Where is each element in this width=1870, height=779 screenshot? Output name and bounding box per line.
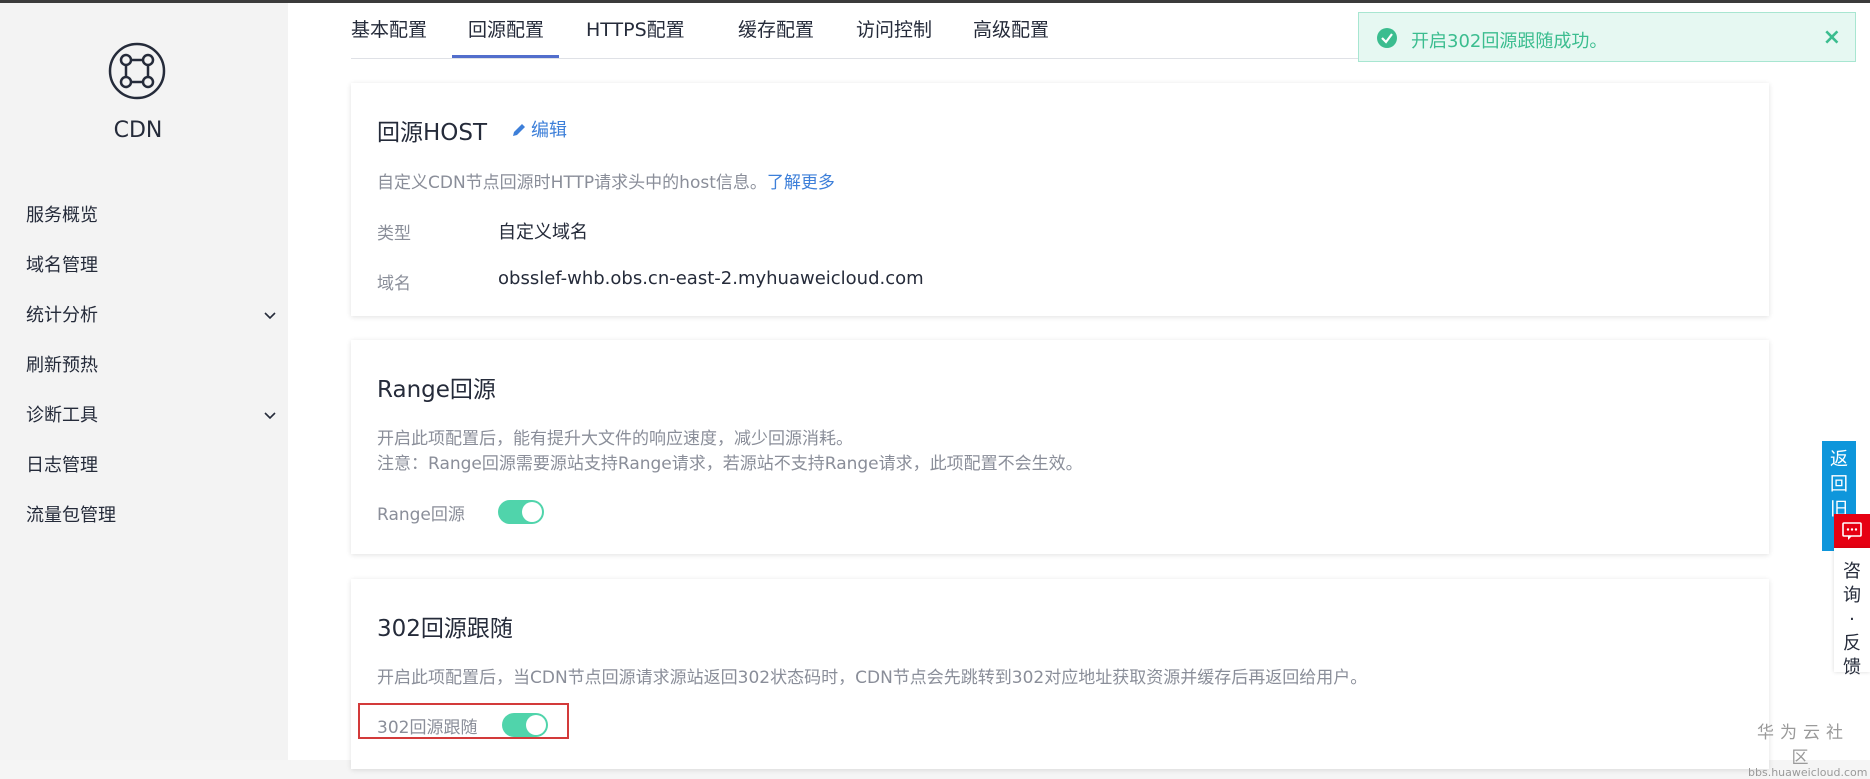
watermark: 华为云社区 bbs.huaweicloud.com xyxy=(1748,718,1868,779)
sidebar-item-traffic-package[interactable]: 流量包管理 xyxy=(0,491,288,541)
card-title: 302回源跟随 xyxy=(377,616,513,642)
type-label: 类型 xyxy=(377,224,411,244)
sidebar-item-label: 日志管理 xyxy=(26,455,98,476)
sidebar-item-log-management[interactable]: 日志管理 xyxy=(0,441,288,491)
sidebar-item-label: 诊断工具 xyxy=(26,405,98,426)
edit-label: 编辑 xyxy=(531,120,567,141)
edit-button[interactable]: 编辑 xyxy=(511,116,567,142)
sidebar-item-overview[interactable]: 服务概览 xyxy=(0,191,288,241)
redirect-follow-card: 302回源跟随 开启此项配置后，当CDN节点回源请求源站返回302状态码时，CD… xyxy=(351,579,1769,769)
learn-more-link[interactable]: 了解更多 xyxy=(767,173,835,193)
card-title: Range回源 xyxy=(377,377,496,403)
description-text: 自定义CDN节点回源时HTTP请求头中的host信息。 xyxy=(377,173,767,193)
back-old-label: 返回旧 xyxy=(1830,449,1848,520)
watermark-sub: bbs.huaweicloud.com xyxy=(1748,766,1868,779)
tab-access-control[interactable]: 访问控制 xyxy=(856,3,932,58)
product-name: CDN xyxy=(113,118,163,143)
sidebar-item-label: 流量包管理 xyxy=(26,505,116,526)
main-content: 基本配置 回源配置 HTTPS配置 缓存配置 访问控制 高级配置 回源HOST … xyxy=(288,3,1870,769)
card-description: 开启此项配置后，能有提升大文件的响应速度，减少回源消耗。 xyxy=(377,429,853,449)
sidebar-item-refresh-preheat[interactable]: 刷新预热 xyxy=(0,341,288,391)
card-note: 注意：Range回源需要源站支持Range请求，若源站不支持Range请求，此项… xyxy=(377,454,1083,474)
close-icon[interactable]: × xyxy=(1823,25,1841,50)
pencil-icon xyxy=(513,124,525,136)
watermark-main: 华为云社区 xyxy=(1757,723,1849,768)
toggle-knob xyxy=(522,502,542,522)
sidebar-item-label: 域名管理 xyxy=(26,255,98,276)
domain-label: 域名 xyxy=(377,274,411,294)
sidebar-item-domain-management[interactable]: 域名管理 xyxy=(0,241,288,291)
feedback-label: 咨询·反馈 xyxy=(1843,561,1861,678)
tab-https-config[interactable]: HTTPS配置 xyxy=(586,3,685,58)
origin-host-card: 回源HOST 编辑 自定义CDN节点回源时HTTP请求头中的host信息。了解更… xyxy=(351,83,1769,316)
sidebar-nav: 服务概览 域名管理 统计分析 刷新预热 诊断工具 日志管理 流量包管理 xyxy=(0,191,288,541)
chat-icon[interactable] xyxy=(1834,514,1870,548)
card-description: 自定义CDN节点回源时HTTP请求头中的host信息。了解更多 xyxy=(377,168,835,193)
chevron-down-icon xyxy=(264,412,276,420)
chevron-down-icon xyxy=(264,312,276,320)
sidebar-item-label: 刷新预热 xyxy=(26,355,98,376)
sidebar-item-statistics[interactable]: 统计分析 xyxy=(0,291,288,341)
type-value: 自定义域名 xyxy=(498,222,588,243)
tab-origin-config[interactable]: 回源配置 xyxy=(468,3,544,58)
sidebar-item-diagnostic-tools[interactable]: 诊断工具 xyxy=(0,391,288,441)
card-description: 开启此项配置后，当CDN节点回源请求源站返回302状态码时，CDN节点会先跳转到… xyxy=(377,668,1368,688)
success-toast: 开启302回源跟随成功。 × xyxy=(1358,12,1856,62)
consult-feedback-button[interactable]: 咨询·反馈 xyxy=(1834,548,1870,678)
sidebar-item-label: 服务概览 xyxy=(26,205,98,226)
highlight-box xyxy=(358,703,569,739)
range-origin-toggle[interactable] xyxy=(498,500,544,524)
domain-value: obsslef-whb.obs.cn-east-2.myhuaweicloud.… xyxy=(498,268,924,289)
tab-cache-config[interactable]: 缓存配置 xyxy=(738,3,814,58)
card-title: 回源HOST xyxy=(377,120,488,146)
range-origin-card: Range回源 开启此项配置后，能有提升大文件的响应速度，减少回源消耗。 注意：… xyxy=(351,340,1769,554)
sidebar: CDN 服务概览 域名管理 统计分析 刷新预热 诊断工具 日志管理 流量包管理 xyxy=(0,3,288,760)
sidebar-item-label: 统计分析 xyxy=(26,305,98,326)
cdn-network-icon xyxy=(108,42,166,100)
check-circle-icon xyxy=(1377,28,1397,48)
tab-advanced-config[interactable]: 高级配置 xyxy=(973,3,1049,58)
toggle-label: Range回源 xyxy=(377,505,465,525)
active-tab-indicator xyxy=(452,55,559,58)
tab-basic-config[interactable]: 基本配置 xyxy=(351,3,427,58)
toast-message: 开启302回源跟随成功。 xyxy=(1411,31,1608,52)
